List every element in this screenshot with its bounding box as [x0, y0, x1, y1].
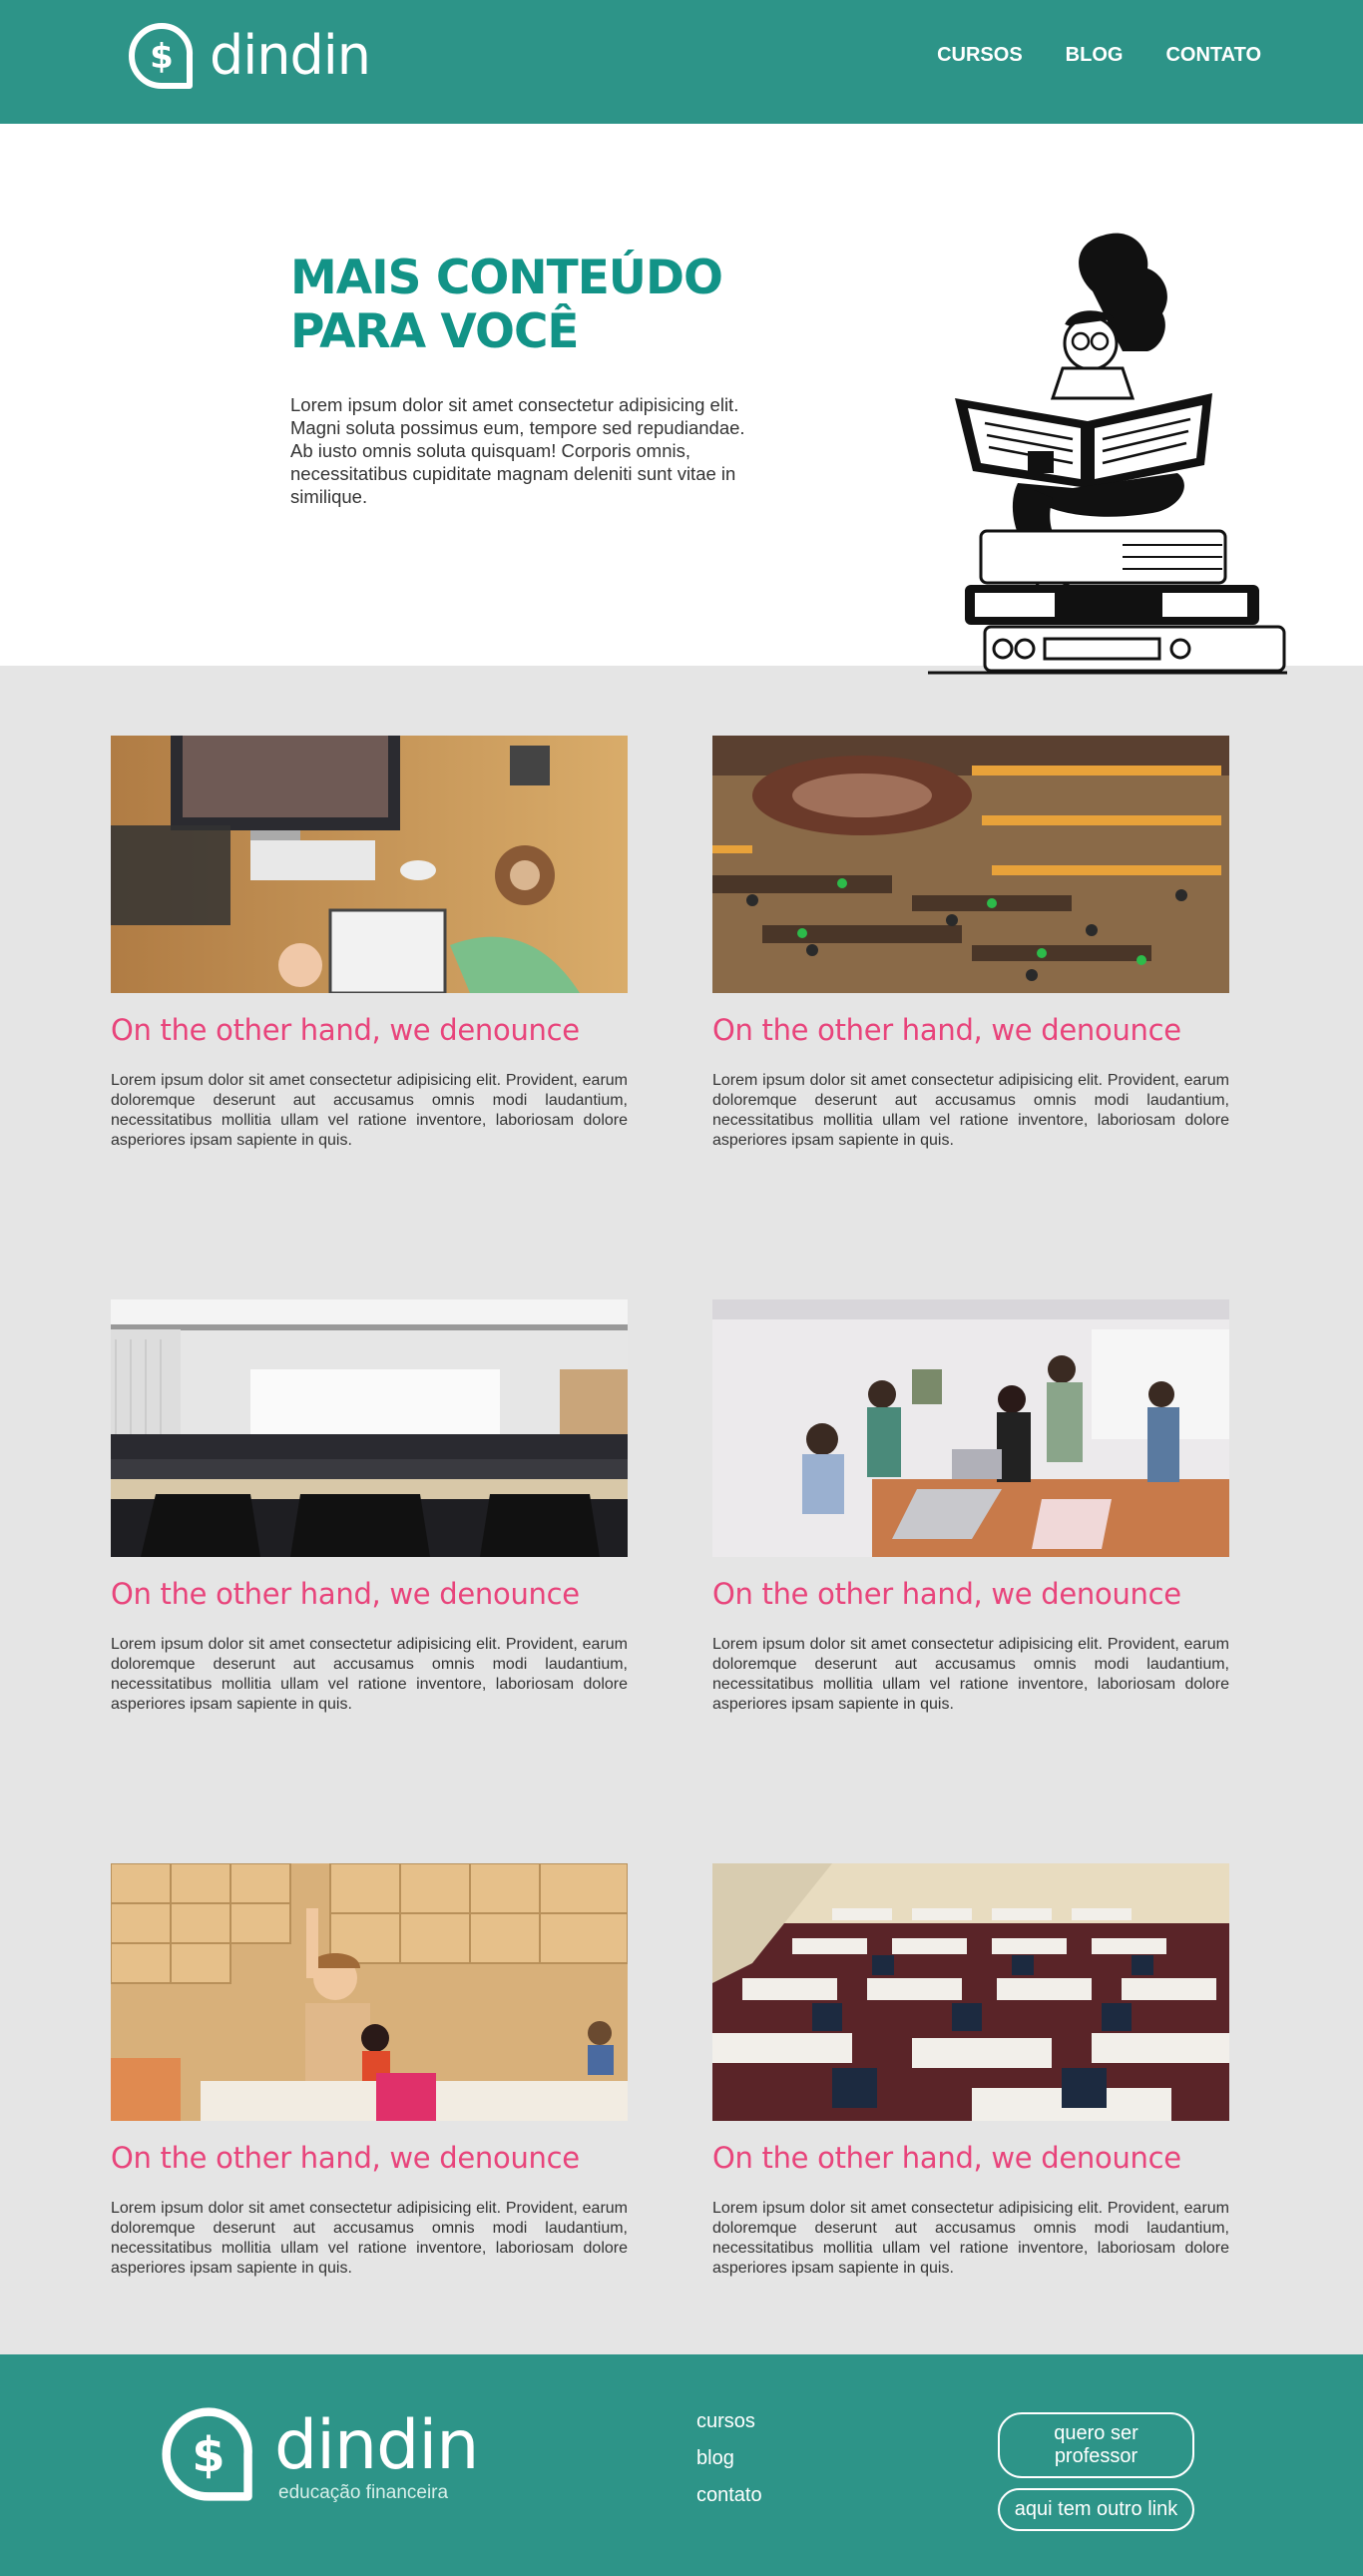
card-title[interactable]: On the other hand, we denounce [111, 1013, 628, 1047]
card-text: Lorem ipsum dolor sit amet consectetur a… [111, 1072, 628, 1149]
header-logo[interactable]: $ dindin [128, 22, 371, 90]
be-teacher-button[interactable]: quero ser professor [998, 2412, 1194, 2478]
desk-video-call-photo [111, 736, 628, 993]
svg-text:$: $ [150, 37, 174, 77]
cards-section: On the other hand, we denounce Lorem ips… [0, 666, 1363, 2354]
footer-buttons: quero ser professor aqui tem outro link [998, 2412, 1194, 2531]
hero-title-line1: MAIS CONTEÚDO [290, 251, 723, 305]
card-title[interactable]: On the other hand, we denounce [712, 1577, 1229, 1611]
classroom-kids-photo [111, 1863, 628, 2121]
footer-nav: cursos blog contato [696, 2410, 762, 2507]
svg-text:$: $ [192, 2427, 225, 2483]
content-card[interactable]: On the other hand, we denounce Lorem ips… [111, 1863, 628, 2279]
content-card[interactable]: On the other hand, we denounce Lorem ips… [712, 736, 1229, 1151]
logo-text: dindin [210, 24, 371, 87]
nav-contato[interactable]: CONTATO [1165, 44, 1261, 67]
card-title[interactable]: On the other hand, we denounce [712, 2141, 1229, 2175]
library-aerial-photo [712, 736, 1229, 993]
card-title[interactable]: On the other hand, we denounce [111, 2141, 628, 2175]
content-card[interactable]: On the other hand, we denounce Lorem ips… [111, 736, 628, 1151]
footer-link-cursos[interactable]: cursos [696, 2410, 762, 2433]
card-title[interactable]: On the other hand, we denounce [111, 1577, 628, 1611]
card-text: Lorem ipsum dolor sit amet consectetur a… [111, 1636, 628, 1713]
empty-classroom-desks-photo [712, 1863, 1229, 2121]
footer-link-blog[interactable]: blog [696, 2447, 762, 2470]
dollar-bubble-icon: $ [162, 2407, 252, 2501]
nav-blog[interactable]: BLOG [1066, 44, 1124, 67]
reading-woman-illustration [928, 233, 1287, 675]
card-text: Lorem ipsum dolor sit amet consectetur a… [712, 1072, 1229, 1149]
site-footer: $ dindin educação financeira cursos blog… [0, 2354, 1363, 2576]
content-card[interactable]: On the other hand, we denounce Lorem ips… [111, 1299, 628, 1715]
content-card[interactable]: On the other hand, we denounce Lorem ips… [712, 1299, 1229, 1715]
main-nav: CURSOS BLOG CONTATO [937, 44, 1261, 67]
lecture-hall-photo [111, 1299, 628, 1557]
dollar-bubble-icon: $ [129, 22, 194, 89]
hero-section: MAIS CONTEÚDO PARA VOCÊ Lorem ipsum dolo… [0, 124, 1363, 675]
students-laptops-photo [712, 1299, 1229, 1557]
site-header: $ dindin CURSOS BLOG CONTATO [0, 0, 1363, 124]
footer-logo-text: dindin [274, 2406, 479, 2485]
card-text: Lorem ipsum dolor sit amet consectetur a… [712, 2200, 1229, 2277]
card-title[interactable]: On the other hand, we denounce [712, 1013, 1229, 1047]
card-text: Lorem ipsum dolor sit amet consectetur a… [712, 1636, 1229, 1713]
nav-cursos[interactable]: CURSOS [937, 44, 1023, 67]
footer-link-contato[interactable]: contato [696, 2484, 762, 2507]
footer-tagline: educação financeira [278, 2482, 449, 2503]
footer-logo[interactable]: $ dindin educação financeira [161, 2406, 479, 2504]
hero-title: MAIS CONTEÚDO PARA VOCÊ [290, 252, 789, 359]
other-link-button[interactable]: aqui tem outro link [998, 2488, 1194, 2531]
card-text: Lorem ipsum dolor sit amet consectetur a… [111, 2200, 628, 2277]
hero-title-line2: PARA VOCÊ [290, 304, 580, 359]
hero-description: Lorem ipsum dolor sit amet consectetur a… [290, 394, 745, 507]
content-card[interactable]: On the other hand, we denounce Lorem ips… [712, 1863, 1229, 2279]
